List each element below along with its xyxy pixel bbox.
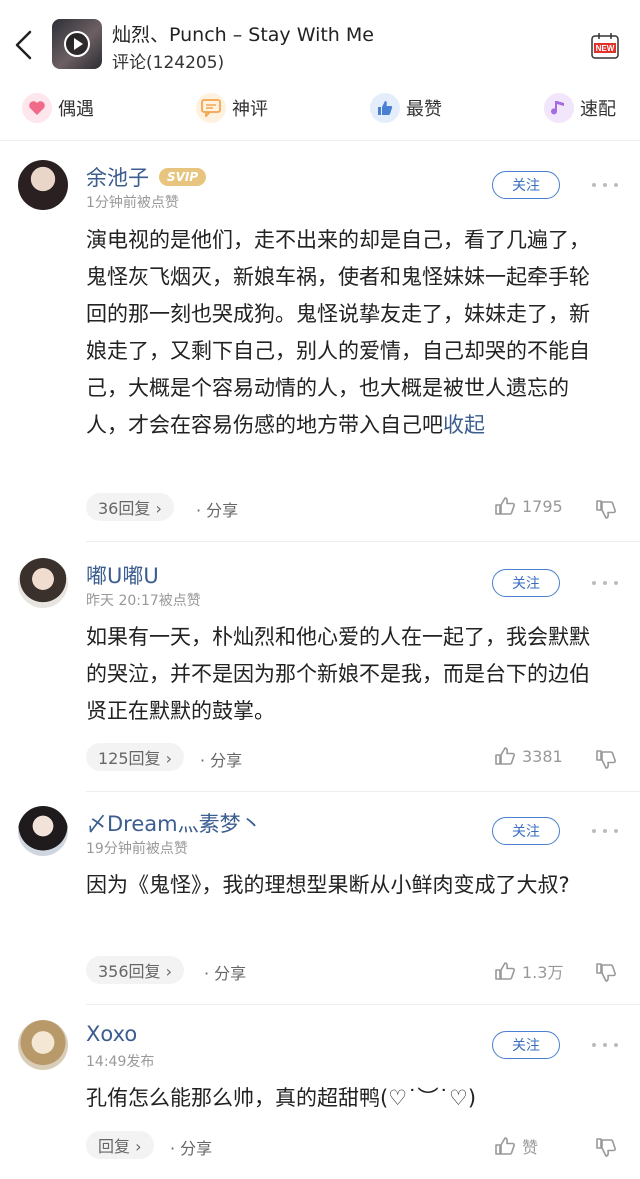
comment-meta: 昨天 20:17被点赞	[86, 593, 201, 609]
header: 灿烈、Punch – Stay With Me 评论(124205) NEW	[0, 0, 640, 80]
tab-label: 神评	[232, 99, 268, 120]
comment-text: 孔侑怎么能那么帅，真的超甜鸭(♡˙︶˙♡)	[86, 1086, 477, 1110]
username-row: 嘟U嘟U	[86, 560, 159, 590]
like-button[interactable]: 1.3万	[494, 959, 563, 983]
avatar[interactable]	[18, 160, 68, 210]
song-title: 灿烈、Punch – Stay With Me	[112, 24, 374, 46]
thumb-up-icon	[495, 962, 515, 980]
replies-button[interactable]: 36回复 ›	[86, 493, 174, 521]
comment-text: 因为《鬼怪》，我的理想型果断从小鲜肉变成了大叔?	[86, 873, 570, 897]
like-count: 3381	[522, 746, 563, 766]
comment-divider	[86, 1004, 640, 1005]
share-button[interactable]: · 分享	[170, 1135, 212, 1159]
avatar[interactable]	[18, 1020, 68, 1070]
heart-icon	[22, 93, 52, 123]
chevron-left-icon	[15, 30, 32, 60]
play-icon	[74, 38, 83, 50]
comment-meta: 1分钟前被点赞	[86, 195, 179, 211]
like-count: 1795	[522, 496, 563, 516]
like-button[interactable]: 赞	[494, 1134, 538, 1158]
chat-icon	[196, 93, 226, 123]
collapse-link[interactable]: 收起	[443, 413, 485, 437]
more-options-button[interactable]	[592, 1040, 618, 1050]
more-options-button[interactable]	[592, 180, 618, 190]
avatar[interactable]	[18, 806, 68, 856]
back-button[interactable]	[14, 30, 34, 60]
new-badge-text: NEW	[596, 44, 615, 53]
thumb-down-icon[interactable]	[594, 497, 618, 521]
tab-label: 最赞	[406, 99, 442, 120]
follow-button[interactable]: 关注	[492, 817, 560, 845]
comment-text: 演电视的是他们，走不出来的却是自己，看了几遍了，鬼怪灰飞烟灭，新娘车祸，使者和鬼…	[86, 222, 606, 481]
comment-text: 如果有一天，朴灿烈和他心爱的人在一起了，我会默默的哭泣，并不是因为那个新娘不是我…	[86, 625, 590, 723]
tab-god-comments[interactable]: 神评	[196, 92, 268, 124]
username[interactable]: 〆Dream灬素梦丶	[86, 808, 262, 838]
thumb-down-icon[interactable]	[594, 1135, 618, 1159]
new-badge-icon: NEW	[591, 33, 619, 59]
new-comments-button[interactable]: NEW	[590, 32, 620, 60]
replies-button[interactable]: 356回复 ›	[86, 956, 185, 984]
tab-most-liked[interactable]: 最赞	[370, 92, 442, 124]
username[interactable]: Xoxo	[86, 1022, 137, 1046]
tab-label: 偶遇	[58, 99, 94, 120]
like-count: 赞	[522, 1138, 539, 1157]
replies-button[interactable]: 125回复 ›	[86, 743, 185, 771]
like-button[interactable]: 1795	[494, 496, 563, 516]
comment-filter-tabs: 偶遇 神评 最赞 速配	[0, 84, 640, 132]
username-row: 余池子 SVIP	[86, 162, 207, 192]
comment-meta: 19分钟前被点赞	[86, 841, 188, 857]
avatar[interactable]	[18, 558, 68, 608]
more-options-button[interactable]	[592, 578, 618, 588]
comment-body: 演电视的是他们，走不出来的却是自己，看了几遍了，鬼怪灰飞烟灭，新娘车祸，使者和鬼…	[86, 228, 590, 437]
tabs-divider	[0, 140, 640, 141]
comment-count: 评论(124205)	[112, 53, 225, 73]
thumb-down-icon[interactable]	[594, 747, 618, 771]
like-count: 1.3万	[522, 963, 564, 982]
comment-meta: 14:49发布	[86, 1054, 155, 1070]
more-options-button[interactable]	[592, 826, 618, 836]
comment-divider	[86, 541, 640, 542]
tab-quick-match[interactable]: 速配	[544, 92, 616, 124]
tab-encounter[interactable]: 偶遇	[22, 92, 94, 124]
like-button[interactable]: 3381	[494, 746, 563, 766]
comment-divider	[86, 791, 640, 792]
thumb-up-icon	[495, 1137, 515, 1155]
svip-badge: SVIP	[159, 168, 207, 186]
follow-button[interactable]: 关注	[492, 171, 560, 199]
username[interactable]: 余池子	[86, 162, 149, 192]
follow-button[interactable]: 关注	[492, 569, 560, 597]
username-row: 〆Dream灬素梦丶	[86, 808, 262, 838]
tab-label: 速配	[580, 99, 616, 120]
follow-button[interactable]: 关注	[492, 1031, 560, 1059]
username[interactable]: 嘟U嘟U	[86, 560, 159, 590]
thumb-down-icon[interactable]	[594, 960, 618, 984]
share-button[interactable]: · 分享	[204, 960, 246, 984]
username-row: Xoxo	[86, 1022, 137, 1046]
thumb-up-icon	[495, 747, 515, 765]
thumb-up-icon	[370, 93, 400, 123]
share-button[interactable]: · 分享	[200, 747, 242, 771]
replies-button[interactable]: 回复 ›	[86, 1131, 154, 1159]
album-cover[interactable]	[52, 19, 102, 69]
share-button[interactable]: · 分享	[196, 497, 238, 521]
thumb-up-icon	[495, 497, 515, 515]
music-note-icon	[544, 93, 574, 123]
